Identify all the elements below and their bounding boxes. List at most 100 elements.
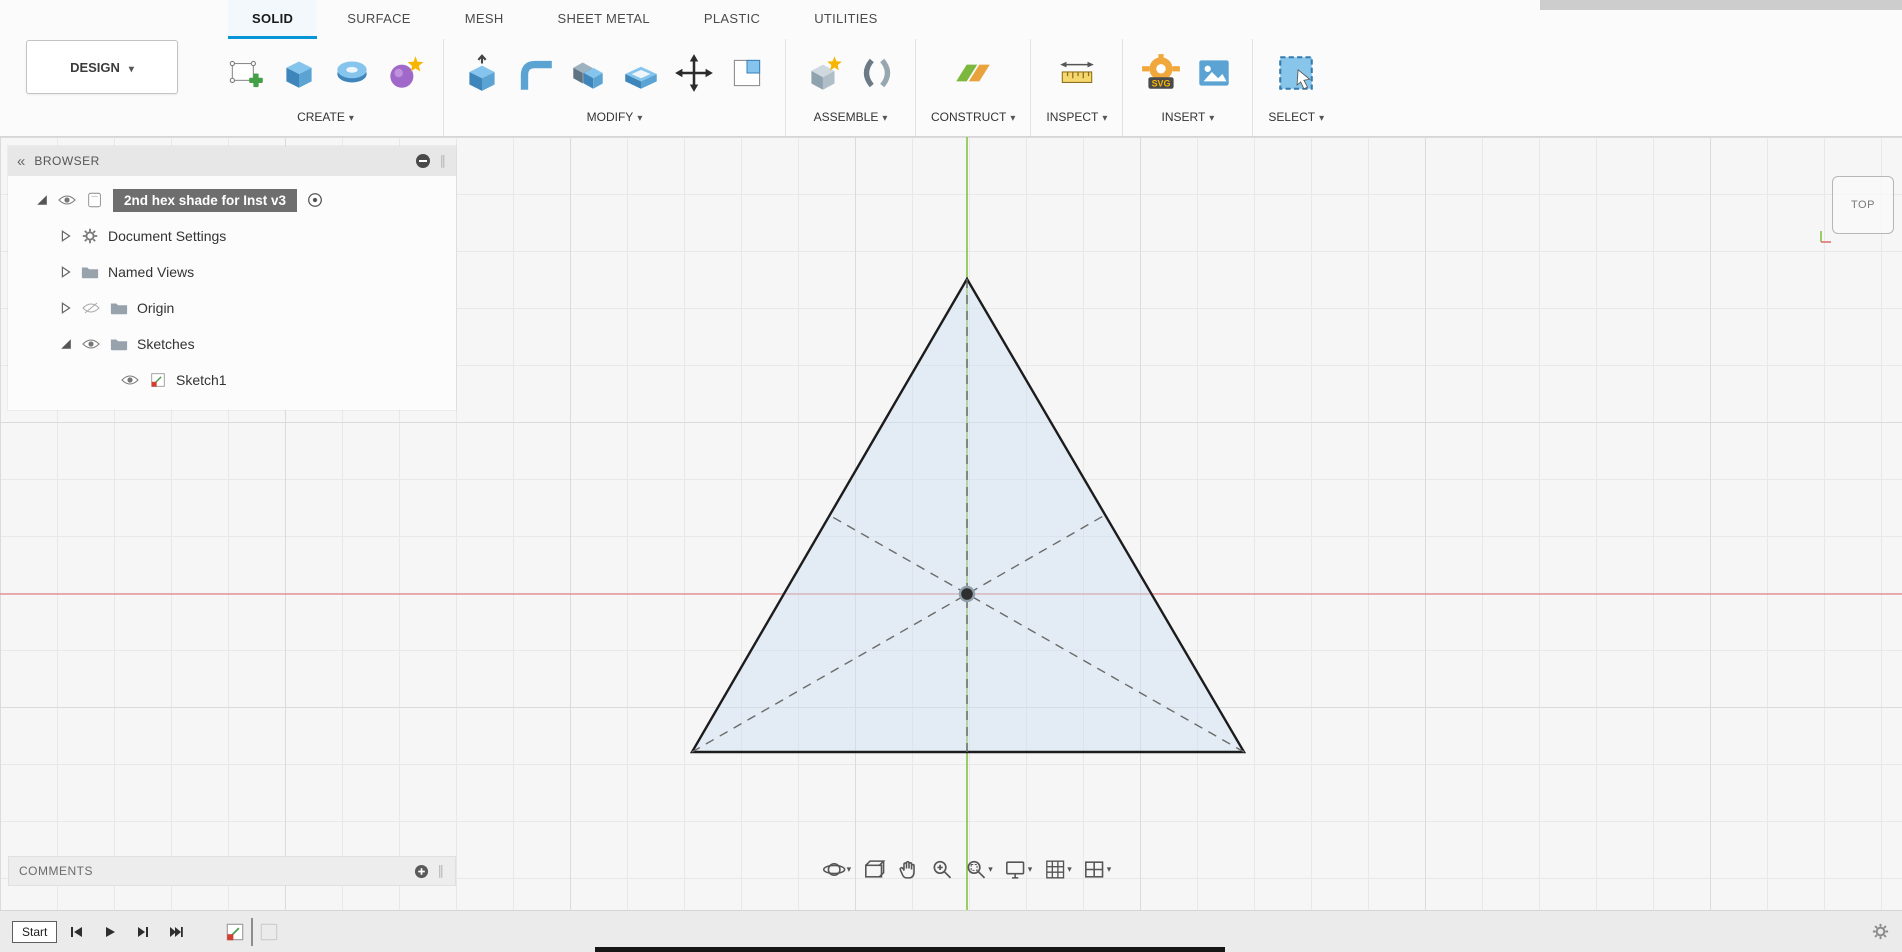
viewcube[interactable]: TOP	[1820, 176, 1894, 243]
chevron-down-icon	[1209, 110, 1214, 124]
select-button[interactable]	[1271, 44, 1321, 102]
align-button[interactable]	[722, 44, 772, 102]
sketch-center-point[interactable]	[958, 585, 976, 603]
design-menu-button[interactable]: DESIGN	[26, 40, 178, 94]
extrude-icon	[286, 61, 312, 88]
viewports-button[interactable]: ▾	[1080, 854, 1115, 885]
pan-hand-icon	[898, 861, 915, 879]
browser-title: BROWSER	[34, 154, 100, 168]
timeline-features	[222, 917, 282, 946]
extrude-button[interactable]	[274, 44, 324, 102]
measure-icon	[1060, 61, 1094, 83]
window-top-strip	[1540, 0, 1902, 10]
assemble-group-dropdown[interactable]: ASSEMBLE	[812, 105, 890, 131]
browser-row-origin[interactable]: Origin	[8, 290, 456, 326]
document-root-label[interactable]: 2nd hex shade for Inst v3	[113, 188, 298, 212]
timeline-play-button[interactable]	[97, 920, 123, 944]
display-settings-button[interactable]: ▾	[1001, 854, 1036, 885]
tree-item-label: Sketch1	[176, 372, 227, 388]
browser-row-document-settings[interactable]: Document Settings	[8, 218, 456, 254]
press-pull-button[interactable]	[457, 44, 507, 102]
move-copy-button[interactable]	[669, 44, 719, 102]
panel-grip-handle[interactable]	[440, 153, 448, 169]
viewcube-axes-icon	[1820, 231, 1831, 243]
toolbar-group-construct: CONSTRUCT	[916, 39, 1032, 136]
joint-button[interactable]	[852, 44, 902, 102]
press-pull-icon	[469, 54, 495, 91]
expand-closed-icon[interactable]	[60, 230, 72, 242]
collapse-panel-icon[interactable]	[17, 153, 25, 170]
expand-closed-icon[interactable]	[60, 266, 72, 278]
create-sketch-button[interactable]	[221, 44, 271, 102]
toolbar-header: SOLID SURFACE MESH SHEET METAL PLASTIC U…	[0, 0, 1902, 137]
construct-group-dropdown[interactable]: CONSTRUCT	[929, 105, 1017, 131]
insert-group-dropdown[interactable]: INSERT	[1159, 105, 1216, 131]
settings-gear-button[interactable]	[1871, 922, 1890, 941]
browser-row-sketches[interactable]: Sketches	[8, 326, 456, 362]
add-comment-icon[interactable]	[414, 864, 429, 879]
construction-plane-button[interactable]	[948, 44, 998, 102]
new-component-button[interactable]	[799, 44, 849, 102]
look-at-button[interactable]	[859, 854, 888, 885]
gear-icon	[1872, 923, 1889, 940]
shell-button[interactable]	[616, 44, 666, 102]
visibility-eye-icon[interactable]	[81, 336, 101, 352]
browser-root-row[interactable]: 2nd hex shade for Inst v3	[8, 182, 456, 218]
tree-item-label: Named Views	[108, 264, 195, 280]
visibility-eye-icon[interactable]	[57, 192, 77, 208]
browser-row-named-views[interactable]: Named Views	[8, 254, 456, 290]
insert-svg-button[interactable]: SVG	[1136, 44, 1186, 102]
comments-panel[interactable]: COMMENTS	[8, 856, 456, 886]
joint-icon	[863, 58, 891, 88]
select-group-dropdown[interactable]: SELECT	[1266, 105, 1326, 131]
inspect-group-dropdown[interactable]: INSPECT	[1044, 105, 1109, 131]
tab-utilities[interactable]: UTILITIES	[790, 0, 901, 39]
timeline-sketch-feature[interactable]	[222, 919, 248, 945]
tab-surface[interactable]: SURFACE	[323, 0, 435, 39]
combine-button[interactable]	[563, 44, 613, 102]
timeline-feature-ghost[interactable]	[256, 919, 282, 945]
modify-group-dropdown[interactable]: MODIFY	[585, 105, 645, 131]
tab-sheet-metal[interactable]: SHEET METAL	[534, 0, 674, 39]
tab-plastic[interactable]: PLASTIC	[680, 0, 784, 39]
expand-open-icon[interactable]	[36, 194, 48, 206]
panel-grip-handle[interactable]	[438, 863, 446, 879]
zoom-window-icon	[967, 860, 985, 879]
zoom-window-button[interactable]: ▾	[961, 854, 996, 885]
tab-mesh[interactable]: MESH	[441, 0, 528, 39]
pan-button[interactable]	[893, 854, 922, 885]
timeline-skip-start-button[interactable]	[64, 920, 90, 944]
activate-component-icon[interactable]	[306, 191, 324, 209]
timeline-skip-end-button[interactable]	[163, 920, 189, 944]
chevron-down-icon: ▾	[1067, 864, 1072, 874]
measure-button[interactable]	[1052, 44, 1102, 102]
zoom-button[interactable]	[927, 854, 956, 885]
grid-snap-button[interactable]: ▾	[1040, 854, 1075, 885]
chevron-down-icon	[1010, 110, 1015, 124]
browser-tree: 2nd hex shade for Inst v3 Document Setti…	[8, 176, 456, 410]
expand-closed-icon[interactable]	[60, 302, 72, 314]
chevron-down-icon	[129, 60, 134, 75]
create-sketch-icon	[229, 60, 263, 88]
sketch-triangle-profile[interactable]	[689, 276, 1247, 754]
insert-canvas-button[interactable]	[1189, 44, 1239, 102]
chevron-down-icon	[349, 110, 354, 124]
browser-row-sketch1[interactable]: Sketch1	[8, 362, 456, 398]
tab-solid[interactable]: SOLID	[228, 0, 318, 39]
minimize-panel-icon[interactable]	[415, 153, 431, 169]
expand-open-icon[interactable]	[60, 338, 72, 350]
toolbar-group-select: SELECT	[1253, 39, 1339, 136]
create-form-button[interactable]	[380, 44, 430, 102]
visibility-eye-icon[interactable]	[120, 372, 140, 388]
timeline-start-label: Start	[12, 920, 58, 943]
chevron-down-icon: ▾	[988, 864, 993, 874]
timeline-position-marker[interactable]	[251, 917, 254, 946]
revolve-button[interactable]	[327, 44, 377, 102]
visibility-off-eye-icon[interactable]	[81, 300, 101, 316]
orbit-button[interactable]: ▾	[820, 854, 855, 885]
component-icon	[86, 191, 104, 209]
create-group-dropdown[interactable]: CREATE	[295, 105, 356, 131]
folder-icon	[110, 335, 128, 353]
timeline-step-forward-button[interactable]	[130, 920, 156, 944]
fillet-button[interactable]	[510, 44, 560, 102]
